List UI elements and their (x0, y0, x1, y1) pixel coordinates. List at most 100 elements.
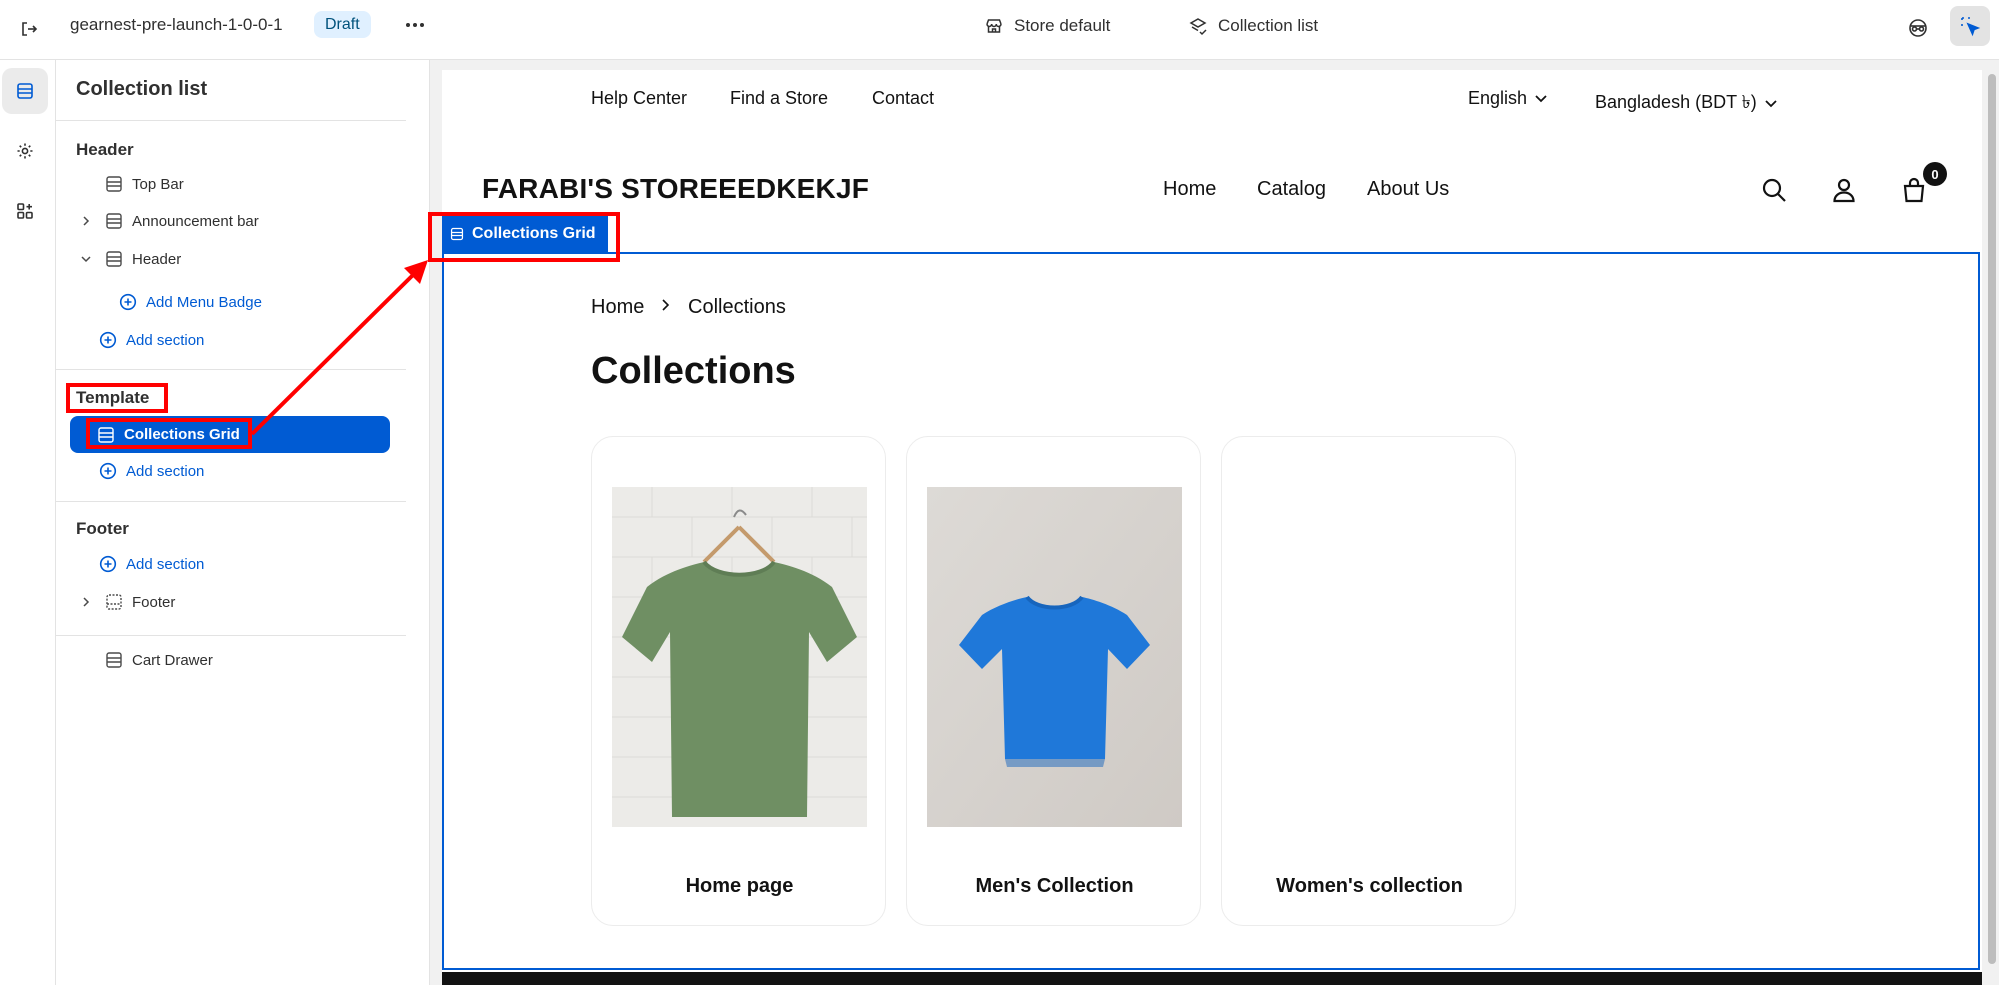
section-icon (104, 211, 124, 231)
chevron-right-icon (660, 298, 670, 317)
breadcrumb-current: Collections (688, 296, 786, 318)
user-icon (1833, 178, 1855, 203)
collection-card[interactable]: Home page (591, 436, 886, 926)
add-menu-badge-label: Add Menu Badge (146, 293, 262, 311)
currency-label: Bangladesh (BDT ৳) (1595, 92, 1757, 112)
editor-rail (0, 60, 56, 985)
breadcrumb-home[interactable]: Home (591, 296, 644, 319)
footer-preview-edge (442, 972, 1982, 985)
editor-topbar: gearnest-pre-launch-1-0-0-1 Draft Store … (0, 0, 1999, 60)
add-menu-badge-button[interactable]: Add Menu Badge (118, 287, 262, 317)
store-icon (986, 19, 1002, 33)
plus-circle-icon (118, 292, 138, 312)
collection-card-title: Women's collection (1276, 875, 1463, 897)
nav-home[interactable]: Home (1163, 178, 1216, 201)
section-icon (104, 174, 124, 194)
rail-apps-button[interactable] (2, 188, 48, 234)
sidebar-item-header[interactable]: Header (76, 244, 181, 274)
section-icon (104, 592, 124, 612)
nav-catalog[interactable]: Catalog (1257, 178, 1326, 201)
divider (56, 369, 406, 370)
more-actions-button[interactable] (400, 12, 430, 38)
top-link-help-center[interactable]: Help Center (591, 88, 687, 109)
section-icon (104, 650, 124, 670)
preview-view-button[interactable] (1902, 12, 1934, 44)
divider (56, 120, 406, 121)
chevron-right-icon[interactable] (76, 597, 96, 607)
account-button[interactable] (1828, 174, 1860, 206)
search-button[interactable] (1758, 174, 1790, 206)
footer-add-section-button[interactable]: Add section (98, 549, 204, 579)
add-section-label: Add section (126, 331, 205, 349)
green-tshirt-image (612, 487, 867, 827)
sidebar-item-footer[interactable]: Footer (76, 587, 175, 617)
page-title: Collections (591, 350, 796, 392)
exit-button[interactable] (14, 14, 44, 44)
divider (56, 501, 406, 502)
page-selector-label: Collection list (1218, 16, 1319, 35)
nav-about-us[interactable]: About Us (1367, 178, 1449, 201)
collection-card-title: Home page (685, 875, 794, 897)
section-icon (104, 249, 124, 269)
glasses-icon (1909, 19, 1927, 37)
sidebar-item-label: Top Bar (132, 175, 184, 193)
section-icon (96, 425, 116, 445)
plus-circle-icon (98, 330, 118, 350)
sidebar-item-collections-grid[interactable]: Collections Grid (70, 416, 390, 453)
store-logo[interactable]: FARABI'S STOREEEDKEKJF (482, 173, 869, 205)
sidebar-item-top-bar[interactable]: Top Bar (76, 169, 184, 199)
top-link-find-a-store[interactable]: Find a Store (730, 88, 828, 109)
language-selector[interactable]: English (1468, 88, 1547, 109)
blue-tshirt-image (927, 487, 1182, 827)
chevron-down-icon (1535, 94, 1547, 102)
store-selector-label: Store default (1014, 16, 1111, 35)
storefront-preview: Help Center Find a Store Contact English… (442, 70, 1982, 985)
select-cursor-icon (1961, 17, 1981, 37)
preview-top-bar: Help Center Find a Store Contact English… (442, 70, 1982, 128)
collection-card-title: Men's Collection (975, 875, 1134, 897)
sidebar-item-cart-drawer[interactable]: Cart Drawer (76, 645, 213, 675)
chevron-down-icon[interactable] (76, 254, 96, 264)
section-tag-label: Collections Grid (472, 225, 596, 242)
sections-sidebar: Collection list Header Top Bar Announcem… (56, 60, 430, 985)
top-link-contact[interactable]: Contact (872, 88, 934, 109)
preview-scrollbar[interactable] (1987, 70, 1997, 985)
search-icon (1762, 178, 1786, 202)
chevron-down-icon (1765, 99, 1777, 107)
divider (56, 635, 406, 636)
exit-icon (22, 22, 38, 36)
rail-settings-button[interactable] (2, 128, 48, 174)
chevron-right-icon[interactable] (76, 216, 96, 226)
theme-name: gearnest-pre-launch-1-0-0-1 (70, 15, 283, 34)
sidebar-item-label: Footer (132, 593, 176, 611)
sidebar-item-announcement-bar[interactable]: Announcement bar (76, 206, 259, 236)
sidebar-item-label: Announcement bar (132, 212, 259, 230)
collection-card[interactable]: Women's collection (1221, 436, 1516, 926)
shopping-bag-icon (1903, 177, 1925, 203)
ellipsis-icon (406, 23, 424, 27)
collection-card[interactable]: Men's Collection (906, 436, 1201, 926)
sidebar-item-label: Header (132, 250, 182, 268)
group-footer-label: Footer (76, 519, 129, 538)
currency-selector[interactable]: Bangladesh (BDT ৳) (1595, 88, 1777, 119)
section-icon (450, 227, 464, 241)
scrollbar-thumb[interactable] (1988, 74, 1996, 964)
sections-icon (17, 83, 33, 99)
rail-sections-button[interactable] (2, 68, 48, 114)
status-badge: Draft (314, 11, 371, 38)
sidebar-item-label: Cart Drawer (132, 651, 213, 669)
gear-icon (17, 143, 33, 159)
plus-circle-icon (98, 554, 118, 574)
inspector-toggle-button[interactable] (1950, 6, 1990, 46)
header-add-section-button[interactable]: Add section (98, 325, 204, 355)
template-add-section-button[interactable]: Add section (98, 456, 204, 486)
group-header-label: Header (76, 140, 134, 159)
sidebar-item-label: Collections Grid (124, 426, 240, 443)
section-tag-collections-grid[interactable]: Collections Grid (442, 216, 608, 252)
apps-icon (17, 203, 33, 219)
page-selector[interactable]: Collection list (1188, 13, 1318, 39)
store-selector[interactable]: Store default (984, 13, 1110, 39)
language-label: English (1468, 88, 1528, 108)
sidebar-title: Collection list (76, 78, 208, 100)
plus-circle-icon (98, 461, 118, 481)
